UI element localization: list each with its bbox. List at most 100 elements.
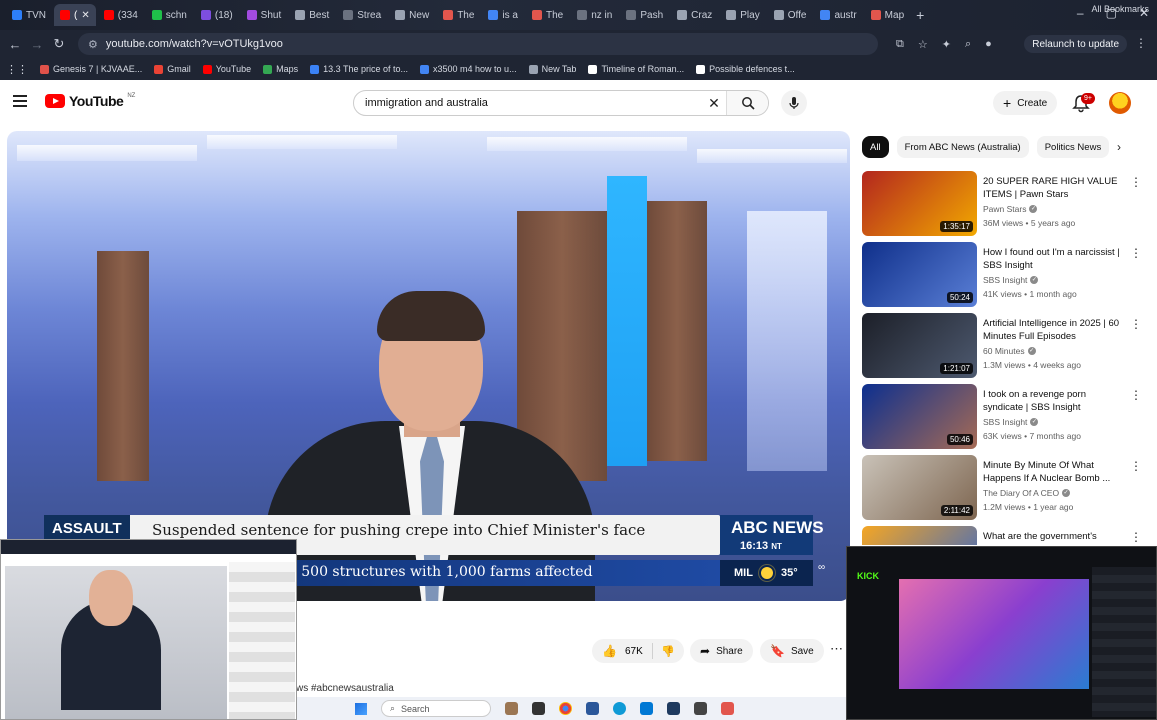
bookmark-item[interactable]: Gmail: [154, 64, 191, 74]
browser-tab[interactable]: (✕: [54, 4, 96, 26]
recommendation-item[interactable]: 1:21:07 Artificial Intelligence in 2025 |…: [862, 313, 1147, 379]
browser-tab[interactable]: (334: [98, 4, 144, 26]
search-input[interactable]: immigration and australia: [354, 97, 702, 109]
bookmark-item[interactable]: New Tab: [528, 64, 576, 74]
video-menu-icon[interactable]: ⋮: [1130, 388, 1142, 402]
bookmark-item[interactable]: Genesis 7 | KJVAAE...: [40, 64, 142, 74]
create-button[interactable]: + Create: [993, 91, 1058, 115]
taskbar-search[interactable]: ⌕ Search: [381, 700, 491, 717]
browser-tab[interactable]: Play: [720, 4, 765, 26]
bookmark-item[interactable]: Maps: [263, 64, 298, 74]
recommendation-item[interactable]: What are the government's ⋮: [862, 526, 1147, 545]
video-hashtags[interactable]: ws #abcnewsaustralia: [296, 683, 394, 694]
browser-tab[interactable]: Craz: [671, 4, 718, 26]
bookmark-item[interactable]: Timeline of Roman...: [588, 64, 684, 74]
save-button[interactable]: 🔖 Save: [760, 639, 824, 663]
apps-grid-icon[interactable]: ⋮⋮: [6, 63, 28, 76]
video-thumbnail[interactable]: 1:21:07: [862, 313, 977, 378]
taskbar-app-icon[interactable]: [640, 702, 653, 715]
bookmark-item[interactable]: x3500 m4 how to u...: [420, 64, 517, 74]
browser-tab[interactable]: TVN: [6, 4, 52, 26]
browser-tab[interactable]: nz in: [571, 4, 618, 26]
site-info-icon[interactable]: ⚙: [88, 38, 98, 51]
edge-icon[interactable]: [613, 702, 626, 715]
like-button[interactable]: 👍 67K: [592, 644, 652, 658]
address-bar[interactable]: ⚙ youtube.com/watch?v=vOTUkg1voo: [78, 33, 878, 55]
bookmark-item[interactable]: 13.3 The price of to...: [310, 64, 408, 74]
browser-tab[interactable]: Best: [289, 4, 335, 26]
video-thumbnail[interactable]: 50:46: [862, 384, 977, 449]
video-title[interactable]: What are the government's: [983, 530, 1125, 543]
search-button[interactable]: [726, 91, 768, 115]
back-arrow-icon[interactable]: ←: [4, 37, 26, 52]
taskbar-app-icon[interactable]: [694, 702, 707, 715]
dislike-button[interactable]: 👎: [652, 643, 675, 659]
recommendation-item[interactable]: 50:24 How I found out I'm a narcissist | …: [862, 242, 1147, 308]
forward-arrow-icon[interactable]: →: [26, 37, 48, 52]
taskbar-app-icon[interactable]: [532, 702, 545, 715]
browser-tab[interactable]: Offe: [768, 4, 813, 26]
browser-tab[interactable]: New: [389, 4, 435, 26]
close-tab-icon[interactable]: ✕: [81, 10, 89, 21]
video-thumbnail[interactable]: 50:24: [862, 242, 977, 307]
video-menu-icon[interactable]: ⋮: [1130, 317, 1142, 331]
browser-tab[interactable]: Map: [865, 4, 910, 26]
account-avatar[interactable]: [1109, 92, 1131, 114]
browser-tab[interactable]: is a: [482, 4, 524, 26]
browser-tab[interactable]: The: [526, 4, 569, 26]
video-title[interactable]: Minute By Minute Of What Happens If A Nu…: [983, 459, 1125, 485]
browser-menu-icon[interactable]: ⋮: [1135, 36, 1147, 50]
profile-icon[interactable]: ●: [985, 38, 992, 51]
all-bookmarks-button[interactable]: All Bookmarks: [1091, 4, 1149, 14]
windows-start-icon[interactable]: [355, 702, 367, 715]
video-menu-icon[interactable]: ⋮: [1130, 246, 1142, 260]
video-menu-icon[interactable]: ⋮: [1130, 175, 1142, 189]
browser-tab[interactable]: Shut: [241, 4, 288, 26]
more-actions-icon[interactable]: ⋯: [830, 641, 843, 657]
filter-chip[interactable]: All: [862, 136, 889, 158]
chevron-right-icon[interactable]: ›: [1117, 140, 1121, 154]
relaunch-button[interactable]: Relaunch to update: [1024, 35, 1127, 53]
browser-tab[interactable]: schn: [146, 4, 193, 26]
pip-window-right[interactable]: KICK: [846, 546, 1157, 720]
filter-chip[interactable]: From ABC News (Australia): [896, 136, 1029, 158]
reload-icon[interactable]: ↻: [48, 36, 70, 52]
channel-name-row[interactable]: 60 Minutes ✓: [983, 346, 1036, 356]
tab-search-icon[interactable]: ⌕: [965, 38, 971, 51]
video-title[interactable]: 20 SUPER RARE HIGH VALUE ITEMS | Pawn St…: [983, 175, 1125, 201]
channel-name-row[interactable]: SBS Insight ✓: [983, 417, 1039, 427]
channel-name-row[interactable]: SBS Insight ✓: [983, 275, 1039, 285]
bookmark-star-icon[interactable]: ☆: [918, 38, 928, 51]
video-thumbnail[interactable]: [862, 526, 977, 545]
video-menu-icon[interactable]: ⋮: [1130, 530, 1142, 544]
video-title[interactable]: I took on a revenge porn syndicate | SBS…: [983, 388, 1125, 414]
browser-tab[interactable]: Pash: [620, 4, 669, 26]
taskbar-app-icon[interactable]: [586, 702, 599, 715]
channel-name-row[interactable]: The Diary Of A CEO ✓: [983, 488, 1071, 498]
taskbar-app-icon[interactable]: [667, 702, 680, 715]
share-button[interactable]: ➦ Share: [690, 639, 753, 663]
video-thumbnail[interactable]: 1:35:17: [862, 171, 977, 236]
taskbar-app-icon[interactable]: [721, 702, 734, 715]
new-tab-button[interactable]: +: [916, 7, 924, 23]
recommendation-item[interactable]: 50:46 I took on a revenge porn syndicate …: [862, 384, 1147, 450]
taskbar-app-icon[interactable]: [505, 702, 518, 715]
browser-tab[interactable]: Strea: [337, 4, 387, 26]
voice-search-button[interactable]: [781, 90, 807, 116]
recommendation-item[interactable]: 1:35:17 20 SUPER RARE HIGH VALUE ITEMS | …: [862, 171, 1147, 237]
browser-tab[interactable]: (18): [195, 4, 239, 26]
browser-tab[interactable]: The: [437, 4, 480, 26]
youtube-logo[interactable]: YouTube NZ: [45, 93, 135, 109]
bookmark-item[interactable]: YouTube: [202, 64, 251, 74]
clear-search-icon[interactable]: ✕: [702, 95, 726, 112]
extensions-icon[interactable]: ✦: [942, 38, 951, 51]
video-title[interactable]: How I found out I'm a narcissist | SBS I…: [983, 246, 1125, 272]
pip-window-left[interactable]: [0, 539, 297, 720]
browser-tab[interactable]: austr: [814, 4, 862, 26]
video-thumbnail[interactable]: 2:11:42: [862, 455, 977, 520]
install-icon[interactable]: ⧉: [896, 38, 904, 51]
recommendation-item[interactable]: 2:11:42 Minute By Minute Of What Happens …: [862, 455, 1147, 521]
menu-icon[interactable]: [13, 95, 27, 107]
channel-name-row[interactable]: Pawn Stars ✓: [983, 204, 1038, 214]
filter-chip[interactable]: Politics News: [1036, 136, 1110, 158]
